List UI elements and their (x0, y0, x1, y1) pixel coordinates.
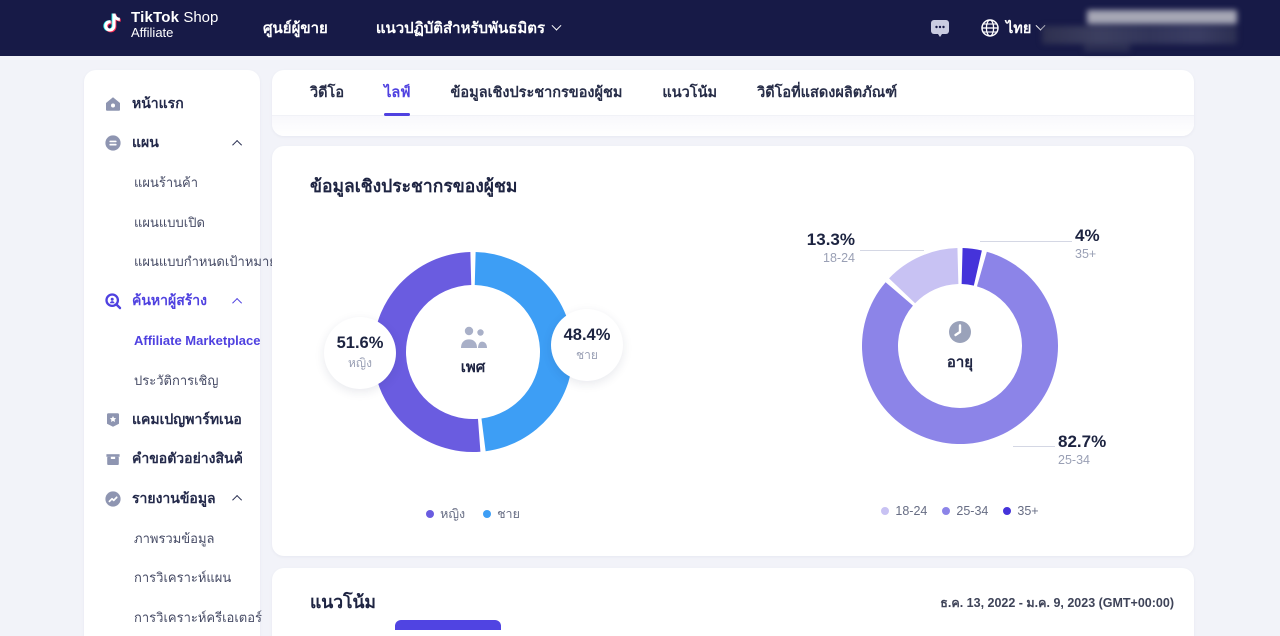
tab-product-videos[interactable]: วิดีโอที่แสดงผลิตภัณฑ์ (757, 70, 897, 116)
sidebar-item-label: คำขอตัวอย่างสินค้า (132, 448, 242, 470)
leader-line (860, 250, 924, 251)
age-donut-svg (855, 241, 1065, 451)
chat-icon (928, 16, 952, 40)
gender-donut-svg (363, 242, 583, 462)
account-menu-blurred[interactable] (1042, 8, 1247, 50)
sidebar-item-targeted-plan[interactable]: แผนแบบกำหนดเป้าหมาย (84, 242, 260, 282)
sidebar-item-invitation-history[interactable]: ประวัติการเชิญ (84, 361, 260, 401)
top-navbar: TikTok Shop Affiliate ศูนย์ผู้ขาย แนวปฏิ… (0, 0, 1280, 56)
home-icon (104, 95, 122, 113)
tiktok-note-icon (100, 9, 124, 41)
legend-dot (942, 507, 950, 515)
tab-trends[interactable]: แนวโน้ม (662, 70, 717, 116)
sidebar-item-label: หน้าแรก (132, 93, 242, 115)
legend-item-18-24: 18-24 (881, 504, 927, 518)
chat-button[interactable] (928, 16, 952, 45)
section-title: ข้อมูลเชิงประชากรของผู้ชม (310, 172, 517, 200)
gender-badge-male: 48.4% ชาย (551, 309, 623, 381)
brand-line2: Affiliate (131, 26, 218, 40)
tab-bar: วิดีโอ ไลฟ์ ข้อมูลเชิงประชากรของผู้ชม แน… (272, 70, 1194, 116)
search-creator-icon (104, 292, 122, 310)
legend-dot (483, 510, 491, 518)
sample-box-icon (104, 450, 122, 468)
chevron-down-icon (552, 20, 562, 30)
report-chart-icon (104, 490, 122, 508)
sidebar-item-data-reports[interactable]: รายงานข้อมูล (84, 479, 260, 519)
sidebar: หน้าแรก แผน แผนร้านค้า แผนแบบเปิด แผนแบบ… (84, 70, 260, 636)
chevron-up-icon (232, 140, 242, 150)
legend-item-female: หญิง (426, 504, 465, 524)
trends-title: แนวโน้ม (310, 588, 376, 616)
legend-item-male: ชาย (483, 504, 520, 524)
language-label: ไทย (1006, 17, 1031, 40)
tab-card-footer (272, 116, 1194, 136)
brand-line1: TikTok Shop (131, 10, 218, 26)
sidebar-item-label: แคมเปญพาร์ทเนอร์ (132, 409, 242, 431)
age-callout-25-34: 82.7% 25-34 (1058, 432, 1168, 467)
legend-dot (426, 510, 434, 518)
legend-item-25-34: 25-34 (942, 504, 988, 518)
sidebar-item-label: ค้นหาผู้สร้าง (132, 290, 231, 312)
sidebar-item-shop-plan[interactable]: แผนร้านค้า (84, 163, 260, 203)
gender-donut-chart: เพศ (363, 242, 583, 462)
sidebar-item-creator-analysis[interactable]: การวิเคราะห์ครีเอเตอร์ (84, 598, 260, 636)
sidebar-item-label: แผน (132, 132, 231, 154)
nav-partner-guidelines[interactable]: แนวปฏิบัติสำหรับพันธมิตร (376, 16, 560, 40)
globe-icon (980, 18, 1000, 38)
sidebar-item-affiliate-marketplace[interactable]: Affiliate Marketplace (84, 321, 260, 361)
sidebar-item-find-creators[interactable]: ค้นหาผู้สร้าง (84, 282, 260, 322)
app-root: TikTok Shop Affiliate ศูนย์ผู้ขาย แนวปฏิ… (0, 0, 1280, 636)
language-selector[interactable]: ไทย (980, 0, 1044, 56)
campaign-badge-icon (104, 411, 122, 429)
leader-line (980, 241, 1072, 242)
legend-dot (881, 507, 889, 515)
trends-card: แนวโน้ม ธ.ค. 13, 2022 - ม.ค. 9, 2023 (GM… (272, 568, 1194, 636)
age-callout-35plus: 4% 35+ (1075, 226, 1165, 261)
age-legend: 18-24 25-34 35+ (835, 504, 1085, 518)
sidebar-item-sample-requests[interactable]: คำขอตัวอย่างสินค้า (84, 440, 260, 480)
gender-legend: หญิง ชาย (363, 504, 583, 524)
sidebar-item-plan-analysis[interactable]: การวิเคราะห์แผน (84, 558, 260, 598)
age-donut-chart: อายุ (855, 241, 1065, 451)
legend-item-35plus: 35+ (1003, 504, 1038, 518)
sidebar-item-label: รายงานข้อมูล (132, 488, 231, 510)
tab-video[interactable]: วิดีโอ (310, 70, 344, 116)
content-tabs-card: วิดีโอ ไลฟ์ ข้อมูลเชิงประชากรของผู้ชม แน… (272, 70, 1194, 136)
chevron-up-icon (232, 495, 242, 505)
nav-seller-center[interactable]: ศูนย์ผู้ขาย (263, 16, 328, 40)
plan-icon (104, 134, 122, 152)
sidebar-item-home[interactable]: หน้าแรก (84, 84, 260, 124)
sidebar-item-data-overview[interactable]: ภาพรวมข้อมูล (84, 519, 260, 559)
age-callout-18-24: 13.3% 18-24 (752, 230, 855, 265)
audience-demographics-card: ข้อมูลเชิงประชากรของผู้ชม เพศ 51.6% หญิง… (272, 146, 1194, 556)
sidebar-item-partner-campaigns[interactable]: แคมเปญพาร์ทเนอร์ (84, 400, 260, 440)
chevron-up-icon (232, 298, 242, 308)
gender-badge-female: 51.6% หญิง (324, 317, 396, 389)
leader-line (1013, 446, 1055, 447)
trends-tab-indicator[interactable] (395, 620, 501, 630)
sidebar-item-plans[interactable]: แผน (84, 124, 260, 164)
tiktok-shop-affiliate-logo[interactable]: TikTok Shop Affiliate (100, 9, 218, 41)
trends-date-range: ธ.ค. 13, 2022 - ม.ค. 9, 2023 (GMT+00:00) (940, 593, 1174, 613)
legend-dot (1003, 507, 1011, 515)
tab-audience-demographics[interactable]: ข้อมูลเชิงประชากรของผู้ชม (451, 70, 623, 116)
tab-live[interactable]: ไลฟ์ (384, 70, 410, 116)
sidebar-item-open-plan[interactable]: แผนแบบเปิด (84, 203, 260, 243)
navbar-menu: ศูนย์ผู้ขาย แนวปฏิบัติสำหรับพันธมิตร (263, 0, 560, 56)
